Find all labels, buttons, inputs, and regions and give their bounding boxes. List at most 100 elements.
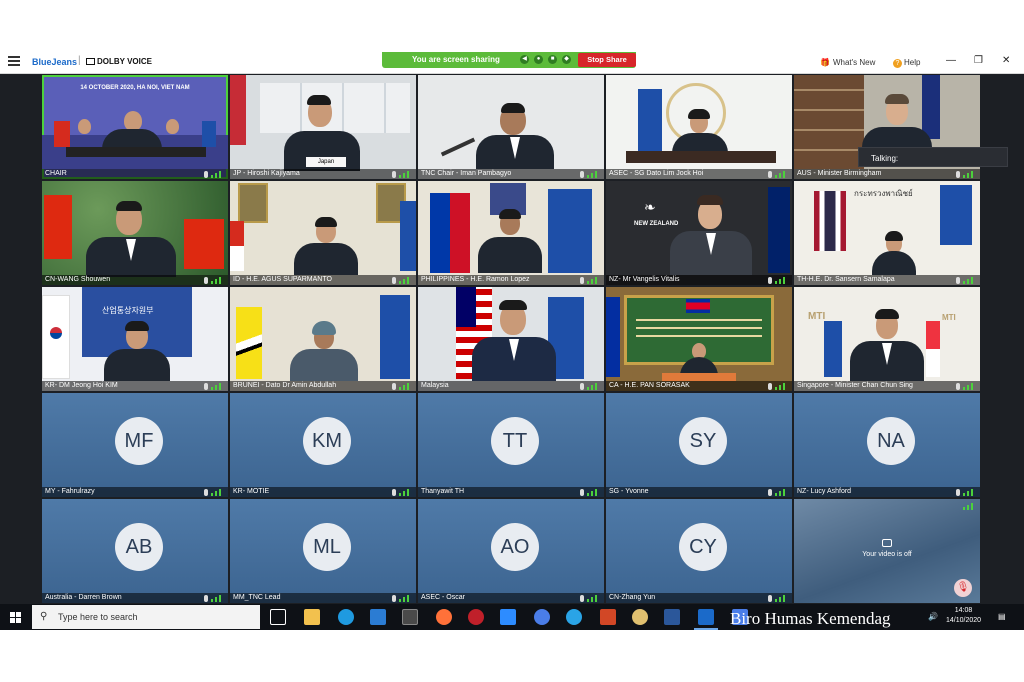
video-feed [418,181,604,275]
mic-status-icon [956,383,960,390]
cambodia-flag [606,297,620,377]
mic-status-icon [204,489,208,496]
volume-icon[interactable]: 🔊 [928,612,938,621]
audio-level-icon [587,276,601,284]
tile-label: MM_TNC Lead [230,593,416,603]
indonesia-flag [230,221,244,271]
notifications-icon[interactable]: ▤ [998,612,1006,621]
record-app-icon[interactable] [468,609,484,625]
whats-new-button[interactable]: 🎁 What's New [820,58,875,67]
event-banner: 14 OCTOBER 2020, HA NOI, VIET NAM [80,85,190,91]
video-feed: 산업통상자원부 [42,287,228,381]
china-flag [184,219,224,269]
windows-start-icon[interactable] [10,612,21,623]
mic-status-icon [956,171,960,178]
camera-icon[interactable]: ■ [548,55,557,64]
store-icon[interactable] [402,609,418,625]
self-view-tile[interactable]: Your video is off 🎙 [794,499,980,603]
bluejeans-taskbar-icon[interactable] [698,609,714,625]
mail-icon[interactable] [370,609,386,625]
help-button[interactable]: ? Help [893,58,920,68]
tile-label: JP - Hiroshi Kajiyama [230,169,416,179]
tile-label: Thanyawit TH [418,487,604,497]
audio-level-icon [399,488,413,496]
meeting-app-icon[interactable] [534,609,550,625]
dolby-icon [86,58,95,65]
audio-level-icon [963,502,977,510]
powerpoint-icon[interactable] [600,609,616,625]
shield-icon[interactable]: ◆ [562,55,571,64]
mic-status-icon [580,383,584,390]
asean-flag [638,89,662,159]
participant-tile[interactable]: NA NZ- Lucy Ashford [794,393,980,497]
video-tile-new-zealand[interactable]: NEW ZEALAND ❧ NZ- Mr Vangelis Vitalis [606,181,792,285]
asean-flag [548,189,592,273]
video-tile-cambodia[interactable]: CA - H.E. PAN SORASAK [606,287,792,391]
video-tile-korea[interactable]: 산업통상자원부 KR- DM Jeong Hoi KIM [42,287,228,391]
mute-mic-button[interactable]: 🎙 [954,579,972,597]
mic-icon[interactable]: ● [534,55,543,64]
file-explorer-icon[interactable] [304,609,320,625]
audio-level-icon [587,488,601,496]
avatar: ML [303,523,351,571]
participant-tile[interactable]: TT Thanyawit TH [418,393,604,497]
participant-tile[interactable]: ML MM_TNC Lead [230,499,416,603]
video-tile-brunei[interactable]: BRUNEI - Dato Dr Amin Abdullah [230,287,416,391]
mic-status-icon [580,489,584,496]
zoom-icon[interactable] [500,609,516,625]
tile-label: ASEC - SG Dato Lim Jock Hoi [606,169,792,179]
japan-flag [230,75,246,145]
task-view-icon[interactable] [270,609,286,625]
video-tile-asec[interactable]: ASEC - SG Dato Lim Jock Hoi [606,75,792,179]
firefox-icon[interactable] [436,609,452,625]
hamburger-menu-icon[interactable] [8,56,20,68]
tile-label: ASEC - Oscar [418,593,604,603]
taskbar-search-input[interactable]: ⚲ Type here to search [32,605,260,629]
mic-status-icon [956,489,960,496]
video-tile-thailand[interactable]: กระทรวงพาณิชย์ TH-H.E. Dr. Sansern Samal… [794,181,980,285]
chrome-icon[interactable] [566,609,582,625]
participant-tile[interactable]: AB Australia - Darren Brown [42,499,228,603]
word-icon[interactable] [664,609,680,625]
speaker-icon[interactable]: ◀ [520,55,529,64]
singapore-flag [926,321,940,377]
minimize-icon[interactable]: — [946,55,956,66]
system-clock[interactable]: 14:08 14/10/2020 [946,606,981,626]
video-tile-singapore[interactable]: MTI MTI Singapore - Minister Chan Chun S… [794,287,980,391]
paint-icon[interactable] [632,609,648,625]
video-tile-china[interactable]: CN-WANG Shouwen [42,181,228,285]
participant-tile[interactable]: CY CN-Zhang Yun [606,499,792,603]
participant-tile[interactable]: KM KR- MOTIE [230,393,416,497]
audio-level-icon [587,594,601,602]
video-feed [230,287,416,381]
tile-label: CN-WANG Shouwen [42,275,228,285]
video-feed: 14 OCTOBER 2020, HA NOI, VIET NAM [42,75,228,169]
philippines-flag [430,193,470,273]
search-icon: ⚲ [40,611,48,622]
vietnam-flag [54,121,70,147]
stop-share-button[interactable]: Stop Share [578,53,636,67]
mic-status-icon [392,489,396,496]
participant-tile[interactable]: MF MY - Fahrulrazy [42,393,228,497]
audio-level-icon [587,170,601,178]
participant-tile[interactable]: SY SG - Yvonne [606,393,792,497]
video-tile-japan[interactable]: Japan JP - Hiroshi Kajiyama [230,75,416,179]
video-tile-indonesia[interactable]: ID - H.E. AGUS SUPARMANTO [230,181,416,285]
video-tile-malaysia[interactable]: Malaysia [418,287,604,391]
tile-label: TH-H.E. Dr. Sansern Samalapa [794,275,980,285]
video-tile-tnc-chair[interactable]: TNC Chair - Iman Pambagyo [418,75,604,179]
audio-level-icon [775,170,789,178]
edge-icon[interactable] [338,609,354,625]
participant-tile[interactable]: AO ASEC - Oscar [418,499,604,603]
tile-label: MY - Fahrulrazy [42,487,228,497]
fern-icon: ❧ [644,199,656,215]
video-tile-philippines[interactable]: PHILIPPINES - H.E. Ramon Lopez [418,181,604,285]
australia-flag [922,75,940,139]
clock-date: 14/10/2020 [946,617,982,624]
video-tile-chair[interactable]: 14 OCTOBER 2020, HA NOI, VIET NAM CHAIR [42,75,228,179]
tile-label: SG - Yvonne [606,487,792,497]
avatar: MF [115,417,163,465]
restore-icon[interactable]: ❐ [974,55,983,66]
audio-level-icon [399,170,413,178]
close-icon[interactable]: ✕ [1002,55,1010,66]
